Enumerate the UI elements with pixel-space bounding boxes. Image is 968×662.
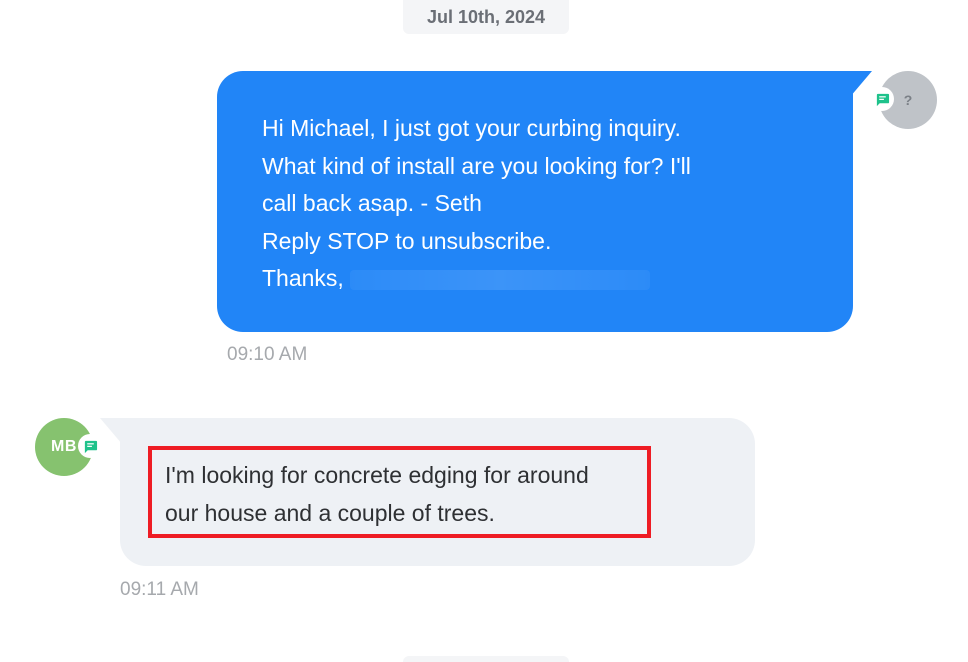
sms-icon — [876, 93, 889, 106]
highlighted-incoming-message-text: I'm looking for concrete edging for arou… — [148, 446, 651, 538]
outgoing-message-bubble[interactable]: Hi Michael, I just got your curbing inqu… — [217, 71, 853, 332]
outgoing-message-line: Reply STOP to unsubscribe. — [262, 227, 552, 254]
outgoing-message-line: call back asap. - Seth — [262, 190, 482, 216]
sms-icon — [84, 440, 97, 453]
redacted-text — [350, 269, 651, 290]
conversation-thread: Jul 10th, 2024 Hi Michael, I just got yo… — [0, 0, 968, 662]
incoming-message-timestamp: 09:11 AM — [120, 579, 199, 600]
outgoing-message-line-thanks: Thanks, — [262, 260, 813, 298]
outgoing-message-line: What kind of install are you looking for… — [262, 152, 691, 179]
sms-channel-badge — [870, 87, 894, 111]
incoming-message-line: I'm looking for concrete edging for arou… — [165, 462, 589, 488]
sender-avatar-initials: ? — [903, 92, 913, 108]
outgoing-message-thanks-text: Thanks, — [262, 265, 344, 291]
contact-avatar-initials: MB — [51, 438, 77, 455]
date-separator-label: Jul 10th, 2024 — [426, 6, 546, 27]
incoming-message-line: our house and a couple of trees. — [165, 500, 495, 526]
outgoing-message-line: Hi Michael, I just got your curbing inqu… — [262, 115, 681, 141]
sms-channel-badge — [78, 434, 102, 458]
outgoing-bubble-tail — [850, 71, 872, 97]
outgoing-message-timestamp: 09:10 AM — [227, 344, 308, 365]
incoming-bubble-tail — [100, 418, 122, 444]
next-date-separator — [403, 656, 569, 662]
date-separator: Jul 10th, 2024 — [403, 0, 569, 34]
